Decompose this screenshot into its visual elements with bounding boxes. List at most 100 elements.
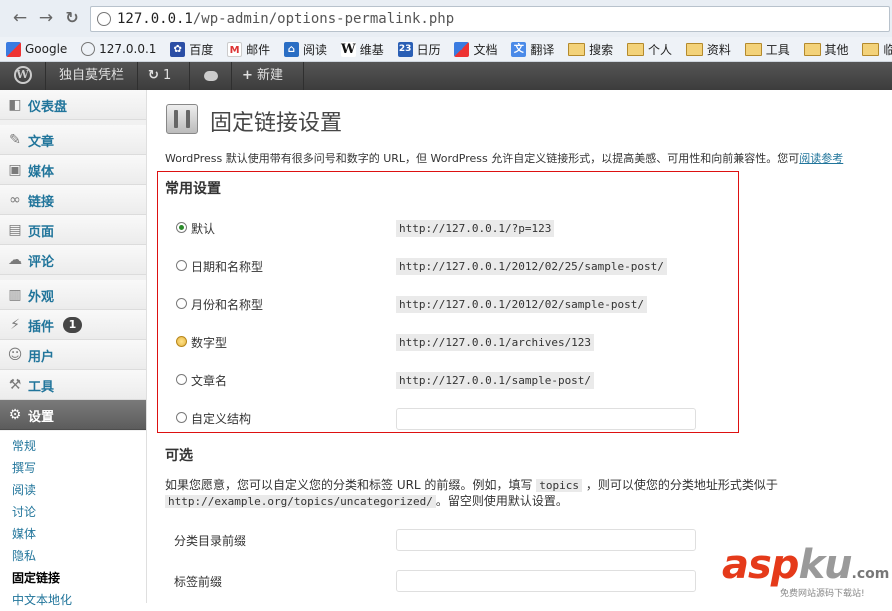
wordpress-logo-icon: W xyxy=(13,65,32,84)
admin-bar: W 独自莫凭栏 ↻ 1 + 新建 xyxy=(0,62,892,90)
folder-icon xyxy=(685,42,703,56)
option-label: 文章名 xyxy=(191,374,228,388)
watermark-tagline: 免费网站源码下载站! xyxy=(780,589,865,599)
bookmark-docs[interactable]: 文档 xyxy=(454,37,497,61)
globe-icon xyxy=(97,12,111,26)
refresh-icon: ↻ xyxy=(148,68,159,83)
bookmark-folder-tools[interactable]: 工具 xyxy=(744,37,790,61)
read-reference-link[interactable]: 阅读参考 xyxy=(799,152,843,165)
tools-icon: ⚒ xyxy=(8,377,22,393)
settings-submenu: 常规 撰写 阅读 讨论 媒体 隐私 固定链接 中文本地化 xyxy=(0,431,146,611)
option-label: 数字型 xyxy=(191,336,228,350)
sidebar-item-settings[interactable]: ⚙ 设置 xyxy=(0,400,146,430)
sidebar-item-users[interactable]: ☺ 用户 xyxy=(0,340,146,370)
forward-arrow-icon[interactable]: → xyxy=(36,8,56,28)
updates-button[interactable]: ↻ 1 xyxy=(138,62,190,90)
folder-icon xyxy=(744,42,762,56)
link-icon: ∞ xyxy=(9,192,21,208)
sidebar-item-label: 页面 xyxy=(28,225,55,240)
appearance-icon: ▥ xyxy=(8,287,22,303)
plus-icon: + xyxy=(242,68,253,83)
sidebar-item-links[interactable]: ∞ 链接 xyxy=(0,185,146,215)
browser-toolbar: ← → ↻ 127.0.0.1/wp-admin/options-permali… xyxy=(0,0,892,38)
sidebar-item-plugins[interactable]: ⚡ 插件 1 xyxy=(0,310,146,340)
submenu-media[interactable]: 媒体 xyxy=(12,525,36,542)
example-topics-code: topics xyxy=(536,479,583,492)
radio-day-name[interactable] xyxy=(176,260,187,271)
option-label: 自定义结构 xyxy=(191,412,252,426)
common-settings-heading: 常用设置 xyxy=(165,181,221,197)
option-label: 日期和名称型 xyxy=(191,260,264,274)
radio-custom-structure[interactable] xyxy=(176,412,187,423)
radio-post-name[interactable] xyxy=(176,374,187,385)
sidebar-item-dashboard[interactable]: ◧ 仪表盘 xyxy=(0,90,146,120)
submenu-writing[interactable]: 撰写 xyxy=(12,459,36,476)
pin-icon: ✎ xyxy=(9,132,21,148)
reload-icon[interactable]: ↻ xyxy=(62,8,82,28)
bookmark-localhost[interactable]: 127.0.0.1 xyxy=(81,37,156,61)
update-count-badge: 1 xyxy=(63,317,82,333)
submenu-general[interactable]: 常规 xyxy=(12,437,36,454)
submenu-chinese-localization[interactable]: 中文本地化 xyxy=(12,591,72,608)
sidebar-item-comments[interactable]: ☁ 评论 xyxy=(0,245,146,275)
docs-icon xyxy=(454,41,470,57)
bookmark-baidu[interactable]: ✿ 百度 xyxy=(170,37,213,61)
sidebar-item-appearance[interactable]: ▥ 外观 xyxy=(0,280,146,310)
sidebar-item-label: 媒体 xyxy=(28,165,55,180)
radio-numeric[interactable] xyxy=(176,336,187,347)
radio-default[interactable] xyxy=(176,222,187,233)
submenu-discussion[interactable]: 讨论 xyxy=(12,503,36,520)
optional-description: 如果您愿意，您可以自定义您的分类和标签 URL 的前缀。例如，填写 topics… xyxy=(165,478,778,492)
speech-bubble-icon xyxy=(203,70,218,81)
folder-icon xyxy=(568,42,586,56)
radio-month-name[interactable] xyxy=(176,298,187,309)
submenu-privacy[interactable]: 隐私 xyxy=(12,547,36,564)
submenu-reading[interactable]: 阅读 xyxy=(12,481,36,498)
bookmarks-bar: Google 127.0.0.1 ✿ 百度 M 邮件 ⌂ 阅读 W 维基 23 日历 文档… xyxy=(0,37,892,62)
example-url-day-name: http://127.0.0.1/2012/02/25/sample-post/ xyxy=(396,258,667,275)
sidebar-item-pages[interactable]: ▤ 页面 xyxy=(0,215,146,245)
example-url-numeric: http://127.0.0.1/archives/123 xyxy=(396,334,595,351)
back-arrow-icon[interactable]: ← xyxy=(10,8,30,28)
bookmark-folder-temp[interactable]: 临时 xyxy=(862,37,892,61)
admin-sidebar: ◧ 仪表盘 ✎ 文章 ▣ 媒体 ∞ 链接 ▤ 页面 ☁ 评论 ▥ 外观 ⚡ 插件 1 ☺ 用户 ⚒ 工… xyxy=(0,90,147,611)
settings-page-icon xyxy=(166,104,198,134)
dashboard-icon: ◧ xyxy=(8,97,22,113)
bookmark-reader[interactable]: ⌂ 阅读 xyxy=(283,37,327,61)
sidebar-item-media[interactable]: ▣ 媒体 xyxy=(0,155,146,185)
bookmark-mail[interactable]: M 邮件 xyxy=(227,37,270,61)
bookmark-google[interactable]: Google xyxy=(6,37,67,61)
bookmark-translate[interactable]: 文翻译 xyxy=(511,37,554,61)
submenu-permalinks[interactable]: 固定链接 xyxy=(12,569,60,586)
bookmark-folder-materials[interactable]: 资料 xyxy=(685,37,731,61)
url-text: 127.0.0.1/wp-admin/options-permalink.php xyxy=(117,11,455,27)
bookmark-wiki[interactable]: W 维基 xyxy=(340,37,384,61)
sidebar-item-label: 工具 xyxy=(28,380,55,395)
wordpress-logo-button[interactable]: W xyxy=(0,62,46,90)
custom-structure-input[interactable] xyxy=(396,408,696,430)
sidebar-item-posts[interactable]: ✎ 文章 xyxy=(0,125,146,155)
site-name-link[interactable]: 独自莫凭栏 xyxy=(46,62,138,90)
updates-count: 1 xyxy=(163,68,172,83)
optional-heading: 可选 xyxy=(165,448,193,464)
address-bar[interactable]: 127.0.0.1/wp-admin/options-permalink.php xyxy=(90,6,890,32)
bookmark-folder-search[interactable]: 搜索 xyxy=(568,37,613,61)
sidebar-item-label: 设置 xyxy=(28,410,55,425)
sidebar-item-label: 评论 xyxy=(28,255,55,270)
bookmark-folder-other[interactable]: 其他 xyxy=(803,37,849,61)
page-title: 固定链接设置 xyxy=(210,111,343,136)
comment-icon: ☁ xyxy=(8,252,22,268)
bookmark-folder-personal[interactable]: 个人 xyxy=(627,37,672,61)
wikipedia-icon: W xyxy=(340,41,356,57)
bookmark-calendar[interactable]: 23 日历 xyxy=(397,37,441,61)
category-base-label: 分类目录前缀 xyxy=(174,534,247,548)
new-content-button[interactable]: + 新建 xyxy=(232,62,304,90)
sidebar-item-tools[interactable]: ⚒ 工具 xyxy=(0,370,146,400)
comments-button[interactable] xyxy=(190,62,232,90)
calendar-icon: 23 xyxy=(397,41,413,57)
new-content-label: 新建 xyxy=(257,68,284,83)
category-base-input[interactable] xyxy=(396,529,696,551)
folder-icon xyxy=(803,42,821,56)
settings-icon: ⚙ xyxy=(8,407,22,423)
tag-base-input[interactable] xyxy=(396,570,696,592)
